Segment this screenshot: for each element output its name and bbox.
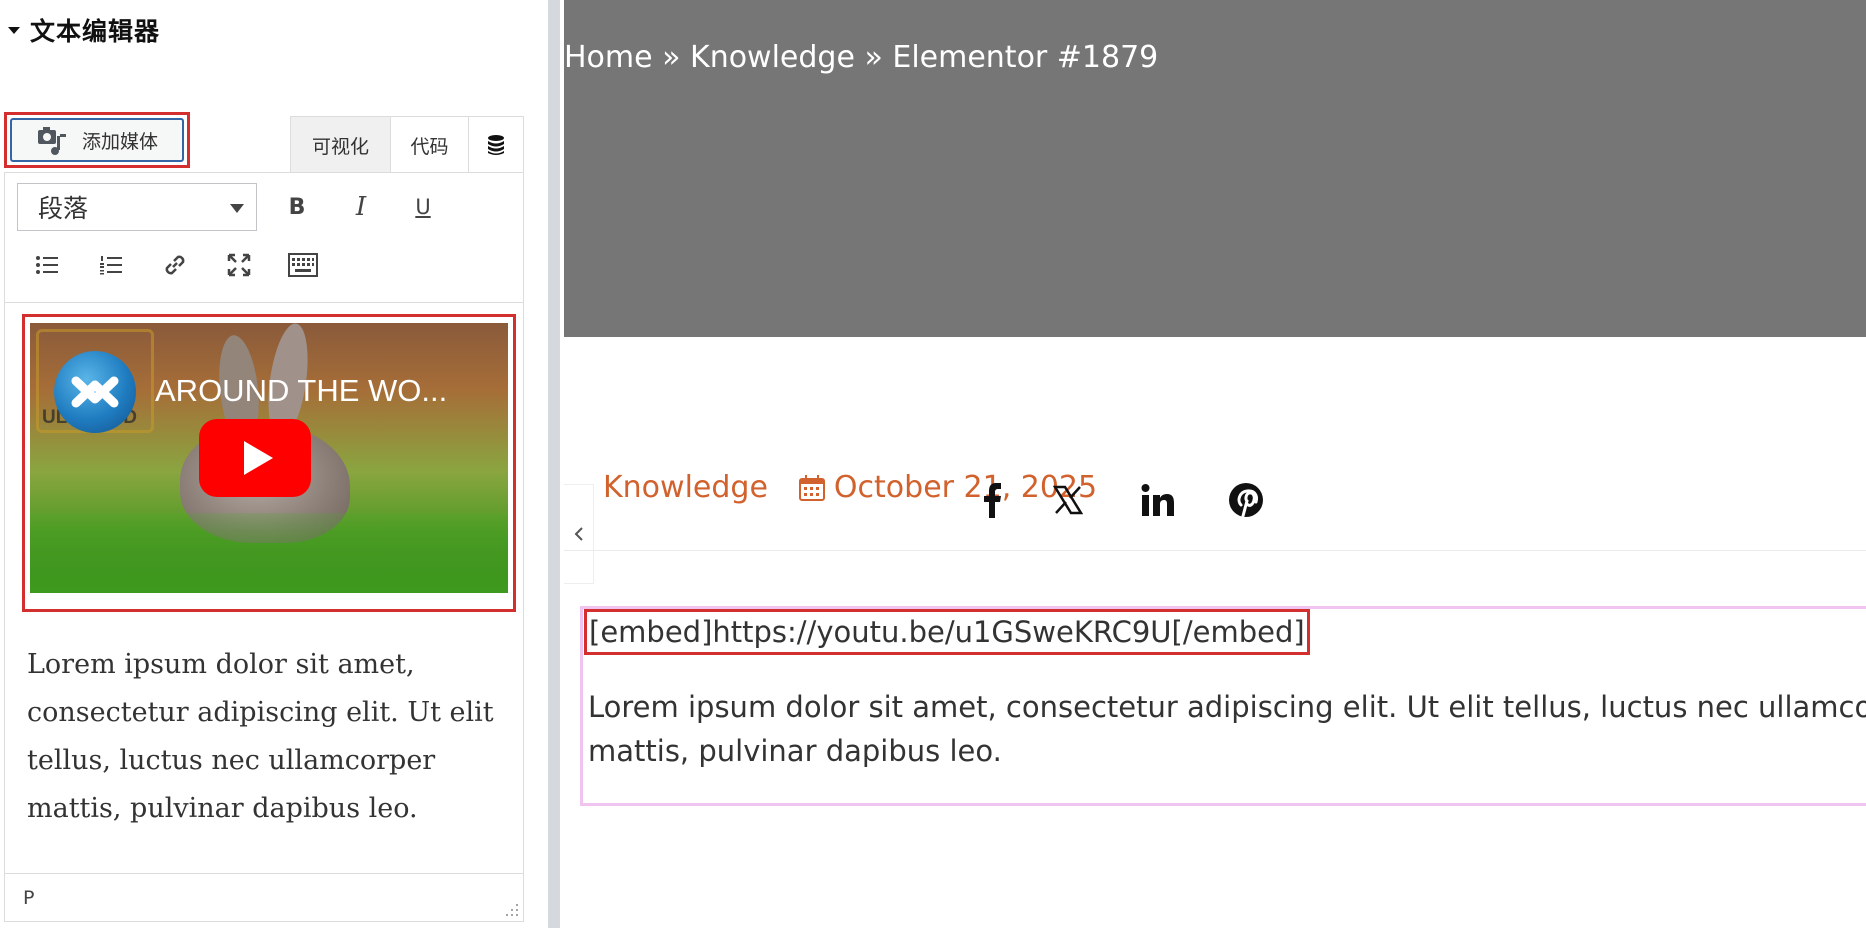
- editor-toolbar: 段落 B I U: [5, 173, 523, 303]
- editor-statusbar: P: [5, 873, 523, 921]
- video-title[interactable]: AROUND THE WO...: [155, 373, 447, 409]
- breadcrumb[interactable]: Home » Knowledge » Elementor #1879: [564, 40, 1158, 75]
- post-meta: Knowledge October 21, 2025: [603, 470, 1097, 505]
- underline-label: U: [415, 195, 431, 219]
- section-title: 文本编辑器: [30, 17, 161, 46]
- bold-button[interactable]: B: [275, 185, 319, 229]
- add-media-button[interactable]: 添加媒体: [10, 118, 184, 162]
- database-icon: [488, 135, 504, 155]
- linkedin-icon[interactable]: [1136, 478, 1180, 522]
- calendar-icon: [798, 474, 825, 501]
- format-select-value: 段落: [38, 194, 89, 223]
- video-thumbnail[interactable]: ULTRA HD AROUND THE WO...: [30, 323, 508, 593]
- play-icon: [243, 441, 273, 475]
- post-category[interactable]: Knowledge: [603, 470, 768, 505]
- numbered-list-icon: [100, 256, 122, 275]
- underline-button[interactable]: U: [401, 185, 445, 229]
- grass-foreground: [30, 513, 508, 593]
- pinterest-icon[interactable]: [1224, 478, 1268, 522]
- fullscreen-icon: [227, 253, 251, 277]
- add-media-label: 添加媒体: [82, 130, 159, 153]
- tab-visual[interactable]: 可视化: [291, 117, 391, 173]
- add-media-icon: [38, 127, 66, 155]
- italic-label: I: [355, 192, 367, 222]
- bold-label: B: [288, 194, 306, 220]
- editor-paragraph[interactable]: Lorem ipsum dolor sit amet, consectetur …: [27, 641, 513, 833]
- linkedin-glyph: [1141, 484, 1174, 516]
- dynamic-tags-button[interactable]: [469, 117, 523, 173]
- bullet-list-icon: [36, 256, 58, 274]
- youtube-play-button[interactable]: [199, 419, 311, 497]
- preview-paragraph: Lorem ipsum dolor sit amet, consectetur …: [588, 690, 1866, 768]
- add-media-highlight: 添加媒体: [4, 112, 190, 168]
- chevron-down-icon: [230, 204, 244, 213]
- x-glyph: [1053, 485, 1083, 515]
- pinterest-glyph: [1229, 483, 1263, 518]
- keyboard-icon: [288, 253, 318, 277]
- insert-link-button[interactable]: [153, 243, 197, 287]
- editor-panel: 文本编辑器 添加媒体 可视化 代码 段落 B I U AROUND THE WO…: [0, 0, 548, 928]
- panel-splitter[interactable]: [548, 0, 560, 928]
- resize-handle-icon[interactable]: [503, 901, 519, 917]
- format-select[interactable]: 段落: [17, 183, 257, 231]
- editor-tabs: 可视化 代码: [290, 116, 524, 173]
- facebook-icon[interactable]: [970, 478, 1014, 522]
- channel-logo-icon[interactable]: [54, 351, 136, 433]
- app-root: 文本编辑器 添加媒体 可视化 代码 段落 B I U AROUND THE WO…: [0, 0, 1866, 928]
- tab-code[interactable]: 代码: [391, 117, 469, 173]
- italic-button[interactable]: I: [339, 185, 383, 229]
- facebook-glyph: [984, 483, 1001, 518]
- caret-down-icon: [8, 26, 20, 34]
- numbered-list-button[interactable]: [89, 243, 133, 287]
- text-editor: 段落 B I U AROUND THE WO... Lorem ipsum do…: [4, 172, 524, 922]
- x-twitter-icon[interactable]: [1046, 478, 1090, 522]
- text-editor-widget[interactable]: [embed]https://youtu.be/u1GSweKRC9U[/emb…: [580, 606, 1866, 806]
- toolbar-toggle-button[interactable]: [281, 243, 325, 287]
- meta-divider: [564, 550, 1866, 551]
- editor-content[interactable]: ULTRA HD AROUND THE WO...: [5, 304, 523, 874]
- embed-shortcode[interactable]: [embed]https://youtu.be/u1GSweKRC9U[/emb…: [584, 609, 1310, 655]
- fullscreen-button[interactable]: [217, 243, 261, 287]
- page-preview: Home » Knowledge » Elementor #1879 Knowl…: [560, 0, 1866, 928]
- channel-logo-mark: [71, 376, 119, 408]
- video-embed-highlight: ULTRA HD AROUND THE WO...: [22, 314, 516, 612]
- bullet-list-button[interactable]: [25, 243, 69, 287]
- collapse-panel-button[interactable]: [564, 484, 594, 584]
- section-header[interactable]: 文本编辑器: [8, 12, 160, 48]
- chevron-left-icon: [574, 527, 583, 541]
- element-path[interactable]: P: [23, 887, 34, 909]
- link-icon: [165, 255, 185, 275]
